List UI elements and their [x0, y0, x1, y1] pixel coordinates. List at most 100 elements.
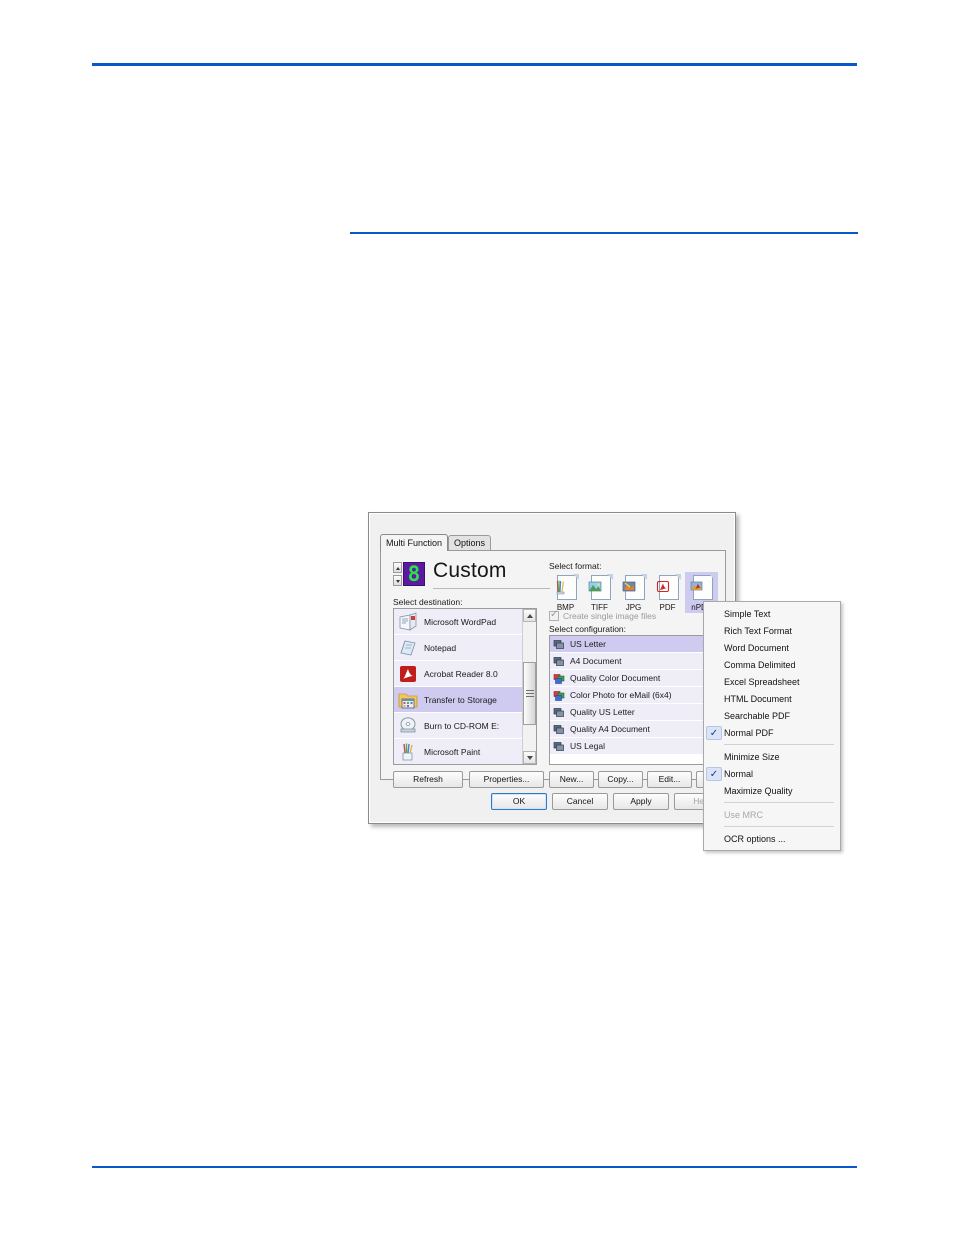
- destination-item-paint[interactable]: Microsoft Paint: [394, 739, 522, 764]
- format-selector: BMP TIFF JPG PDF nPDF: [549, 572, 718, 613]
- configuration-item-label: Quality US Letter: [570, 707, 635, 717]
- menu-item-label: Word Document: [724, 642, 789, 653]
- tab-options-label: Options: [454, 538, 486, 548]
- menu-item-label: Searchable PDF: [724, 710, 791, 721]
- ok-button[interactable]: OK: [491, 793, 547, 810]
- menu-item-comma-delimited[interactable]: Comma Delimited: [704, 656, 840, 673]
- configuration-item-us-letter[interactable]: US Letter: [550, 636, 726, 653]
- destination-item-label: Microsoft Paint: [424, 746, 481, 757]
- cancel-button[interactable]: Cancel: [552, 793, 608, 810]
- destination-item-label: Notepad: [424, 642, 457, 653]
- configuration-item-us-legal[interactable]: US Legal: [550, 738, 726, 755]
- destination-item-label: Transfer to Storage: [424, 694, 497, 705]
- menu-item-rich-text-format[interactable]: Rich Text Format: [704, 622, 840, 639]
- destination-listbox[interactable]: Microsoft WordPad Notepad Acrobat Reader…: [393, 608, 537, 765]
- tab-multi-function-label: Multi Function: [386, 538, 443, 548]
- bw-config-icon: [553, 655, 565, 667]
- destination-item-wordpad[interactable]: Microsoft WordPad: [394, 609, 522, 635]
- scroll-down-icon[interactable]: [523, 751, 536, 764]
- folder-transfer-icon: [397, 689, 419, 711]
- menu-item-label: Rich Text Format: [724, 625, 792, 636]
- format-item-bmp[interactable]: BMP: [549, 572, 582, 613]
- menu-item-simple-text[interactable]: Simple Text: [704, 605, 840, 622]
- menu-item-normal[interactable]: ✓ Normal: [704, 765, 840, 782]
- scroll-up-icon[interactable]: [523, 609, 536, 622]
- copy-button[interactable]: Copy...: [598, 771, 643, 788]
- bw-config-icon: [553, 740, 565, 752]
- format-item-jpg[interactable]: JPG: [617, 572, 650, 613]
- select-destination-label: Select destination:: [393, 597, 463, 607]
- spinner-down-icon[interactable]: [393, 575, 402, 586]
- wordpad-icon: [397, 611, 419, 633]
- bmp-doc-icon: [553, 574, 579, 602]
- menu-item-label: Normal: [724, 768, 754, 779]
- spinner-up-icon[interactable]: [393, 562, 402, 573]
- menu-item-minimize-size[interactable]: Minimize Size: [704, 748, 840, 765]
- led-display: 8: [403, 562, 425, 586]
- destination-item-transfer-to-storage[interactable]: Transfer to Storage: [394, 687, 522, 713]
- configuration-item-label: A4 Document: [570, 656, 622, 666]
- configuration-item-quality-us-letter[interactable]: Quality US Letter: [550, 704, 726, 721]
- format-item-pdf[interactable]: PDF: [651, 572, 684, 613]
- bw-config-icon: [553, 723, 565, 735]
- configuration-item-quality-a4-document[interactable]: Quality A4 Document: [550, 721, 726, 738]
- configuration-item-quality-color-document[interactable]: Quality Color Document: [550, 670, 726, 687]
- destination-item-notepad[interactable]: Notepad: [394, 635, 522, 661]
- destination-item-acrobat[interactable]: Acrobat Reader 8.0: [394, 661, 522, 687]
- menu-item-html-document[interactable]: HTML Document: [704, 690, 840, 707]
- destination-item-label: Microsoft WordPad: [424, 616, 497, 627]
- menu-separator: [724, 826, 834, 827]
- tab-multi-function[interactable]: Multi Function: [380, 534, 449, 551]
- menu-item-ocr-options[interactable]: OCR options ...: [704, 830, 840, 847]
- destination-item-label: Burn to CD-ROM E:: [424, 720, 500, 731]
- select-configuration-label: Select configuration:: [549, 624, 627, 634]
- configuration-item-label: US Legal: [570, 741, 605, 751]
- destination-item-burn-cdrom[interactable]: Burn to CD-ROM E:: [394, 713, 522, 739]
- destination-rows: Microsoft WordPad Notepad Acrobat Reader…: [394, 609, 522, 764]
- scrollbar-thumb[interactable]: [523, 662, 536, 725]
- properties-button[interactable]: Properties...: [469, 771, 544, 788]
- bw-config-icon: [553, 706, 565, 718]
- checkbox-check-icon: [549, 609, 559, 621]
- menu-item-label: OCR options ...: [724, 833, 786, 844]
- configuration-item-label: Quality A4 Document: [570, 724, 650, 734]
- menu-item-maximize-quality[interactable]: Maximize Quality: [704, 782, 840, 799]
- menu-item-normal-pdf[interactable]: ✓ Normal PDF: [704, 724, 840, 741]
- configuration-item-a4-document[interactable]: A4 Document: [550, 653, 726, 670]
- apply-button[interactable]: Apply: [613, 793, 669, 810]
- destination-scrollbar[interactable]: [522, 609, 536, 764]
- button-number-spinner[interactable]: [393, 562, 402, 586]
- jpg-doc-icon: [621, 574, 647, 602]
- button-name-underline: [433, 588, 550, 589]
- menu-item-word-document[interactable]: Word Document: [704, 639, 840, 656]
- select-format-label: Select format:: [549, 561, 602, 571]
- destination-item-label: Acrobat Reader 8.0: [424, 668, 498, 679]
- configuration-item-label: Color Photo for eMail (6x4): [570, 690, 672, 700]
- menu-item-searchable-pdf[interactable]: Searchable PDF: [704, 707, 840, 724]
- refresh-button[interactable]: Refresh: [393, 771, 463, 788]
- acrobat-icon: [397, 663, 419, 685]
- checkmark-icon: ✓: [706, 766, 722, 781]
- bw-config-icon: [553, 638, 565, 650]
- create-single-image-files-checkbox[interactable]: Create single image files: [549, 609, 657, 621]
- edit-button[interactable]: Edit...: [647, 771, 692, 788]
- menu-separator: [724, 802, 834, 803]
- new-button[interactable]: New...: [549, 771, 594, 788]
- color-config-icon: [553, 689, 565, 701]
- menu-item-label: Simple Text: [724, 608, 771, 619]
- page-footer-rule: [92, 1166, 857, 1168]
- button-number-control[interactable]: 8: [393, 562, 425, 586]
- menu-separator: [724, 744, 834, 745]
- menu-item-use-mrc[interactable]: Use MRC: [704, 806, 840, 823]
- menu-item-excel-spreadsheet[interactable]: Excel Spreadsheet: [704, 673, 840, 690]
- configuration-item-label: US Letter: [570, 639, 606, 649]
- menu-item-label: Excel Spreadsheet: [724, 676, 800, 687]
- scrollbar-grip-icon: [526, 690, 534, 697]
- configuration-listbox[interactable]: US Letter A4 Document Quality Color Docu…: [549, 635, 727, 765]
- tab-options[interactable]: Options: [448, 535, 492, 550]
- checkmark-icon: ✓: [706, 725, 722, 740]
- configuration-item-color-photo-email[interactable]: Color Photo for eMail (6x4): [550, 687, 726, 704]
- format-item-tiff[interactable]: TIFF: [583, 572, 616, 613]
- create-single-image-files-label: Create single image files: [563, 611, 657, 621]
- menu-item-label: Maximize Quality: [724, 785, 793, 796]
